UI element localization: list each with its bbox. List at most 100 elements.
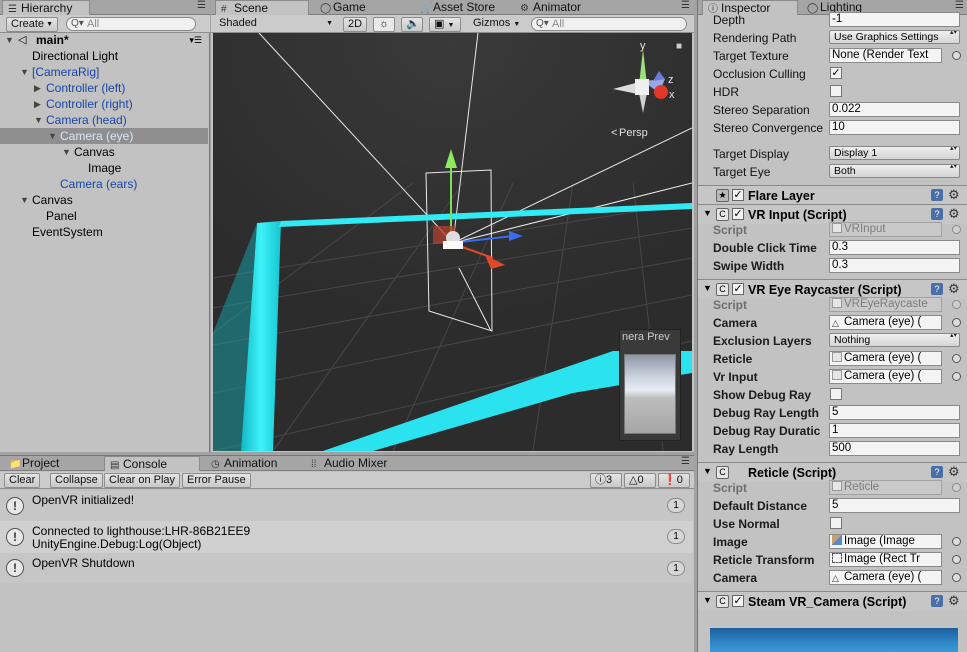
exclusion-layers-dropdown[interactable]: Nothing (829, 333, 960, 347)
use-normal-checkbox[interactable] (830, 517, 842, 529)
target-eye-dropdown[interactable]: Both (829, 164, 960, 178)
persp-label[interactable]: Persp (619, 127, 648, 139)
collapsed-arrow-icon[interactable]: ▶ (34, 96, 41, 112)
reticle-transform-field[interactable]: Image (Rect Tr (829, 552, 942, 567)
tab-animation[interactable]: ◷ Animation (206, 456, 283, 471)
lock-icon[interactable]: ■ (676, 41, 682, 52)
stereo-separation-field[interactable]: 0.022 (829, 102, 960, 117)
expand-arrow-icon[interactable]: ▼ (5, 32, 14, 48)
audio-toggle[interactable]: 🔈 (401, 17, 423, 32)
tab-console[interactable]: ▤ Console (104, 456, 200, 471)
target-display-dropdown[interactable]: Display 1 (829, 146, 960, 160)
object-picker-icon[interactable] (952, 573, 961, 582)
tab-audio-mixer[interactable]: ⁞⁞ Audio Mixer (306, 456, 393, 471)
hierarchy-search-input[interactable]: Q▾ All (66, 17, 196, 31)
swipe-width-field[interactable]: 0.3 (829, 258, 960, 273)
panel-menu-icon[interactable]: ☰ (681, 0, 690, 11)
hierarchy-item[interactable]: ▶ Controller (right) (0, 96, 208, 112)
error-filter-toggle[interactable]: ❗0 (658, 473, 690, 488)
hierarchy-item[interactable]: EventSystem (0, 224, 208, 240)
object-picker-icon[interactable] (952, 372, 961, 381)
vr-input-ref-field[interactable]: Camera (eye) ( (829, 369, 942, 384)
expand-arrow-icon[interactable]: ▼ (20, 64, 29, 80)
object-picker-icon[interactable] (952, 318, 961, 327)
target-texture-field[interactable]: None (Render Text (829, 48, 942, 63)
occlusion-checkbox[interactable]: ✓ (830, 67, 842, 79)
log-entry[interactable]: ! OpenVR Shutdown 1 (0, 553, 693, 583)
error-pause-toggle[interactable]: Error Pause (182, 473, 251, 488)
steam-vr-camera-enabled-checkbox[interactable]: ✓ (732, 595, 744, 607)
log-entry[interactable]: ! OpenVR initialized! 1 (0, 491, 693, 521)
help-icon[interactable]: ? (931, 189, 943, 201)
help-icon[interactable]: ? (931, 208, 943, 220)
hierarchy-item[interactable]: ▼ Canvas (0, 192, 208, 208)
flare-enabled-checkbox[interactable]: ✓ (732, 189, 744, 201)
hierarchy-item[interactable]: Image (0, 160, 208, 176)
default-distance-field[interactable]: 5 (829, 498, 960, 513)
tab-animator[interactable]: ⚙ Animator (515, 0, 587, 15)
hierarchy-item[interactable]: Panel (0, 208, 208, 224)
tab-game[interactable]: ◯ Game (315, 0, 372, 15)
tab-project[interactable]: 📁 Project (4, 456, 65, 471)
double-click-field[interactable]: 0.3 (829, 240, 960, 255)
gear-icon[interactable]: ⚙ (948, 206, 960, 222)
expand-arrow-icon[interactable]: ▼ (703, 208, 712, 218)
gear-icon[interactable]: ⚙ (948, 187, 960, 203)
hierarchy-item[interactable]: ▼ [CameraRig] (0, 64, 208, 80)
hierarchy-item[interactable]: ▼ Canvas (0, 144, 208, 160)
create-button[interactable]: Create ▼ (6, 17, 58, 32)
info-filter-toggle[interactable]: ⓘ3 (590, 473, 622, 488)
help-icon[interactable]: ? (931, 283, 943, 295)
tab-hierarchy[interactable]: ☰ Hierarchy (2, 0, 90, 15)
ray-length-field[interactable]: 500 (829, 441, 960, 456)
debug-ray-length-field[interactable]: 5 (829, 405, 960, 420)
scene-root-row[interactable]: ▼ ◁ main* ▾☰ (0, 32, 208, 48)
reticle-field[interactable]: Camera (eye) ( (829, 351, 942, 366)
expand-arrow-icon[interactable]: ▼ (20, 192, 29, 208)
clear-button[interactable]: Clear (4, 473, 41, 488)
tab-scene[interactable]: # Scene (215, 0, 309, 15)
image-field[interactable]: Image (Image (829, 534, 942, 549)
gear-icon[interactable]: ⚙ (948, 281, 960, 297)
raycaster-camera-field[interactable]: △ Camera (eye) ( (829, 315, 942, 330)
collapse-toggle[interactable]: Collapse (50, 473, 103, 488)
eye-raycaster-enabled-checkbox[interactable]: ✓ (732, 283, 744, 295)
tab-asset-store[interactable]: 🛒 Asset Store (415, 0, 501, 15)
collapsed-arrow-icon[interactable]: ▶ (34, 80, 41, 96)
flare-layer-header[interactable]: ★ ✓ Flare Layer ? ⚙ (698, 185, 967, 205)
object-picker-icon[interactable] (952, 51, 961, 60)
panel-menu-icon[interactable]: ☰ (197, 0, 206, 11)
hierarchy-item[interactable]: ▼ Camera (head) (0, 112, 208, 128)
stereo-convergence-field[interactable]: 10 (829, 120, 960, 135)
expand-arrow-icon[interactable]: ▼ (703, 466, 712, 476)
panel-menu-icon[interactable]: ☰ (955, 0, 964, 11)
steam-vr-camera-header[interactable]: ▼ C ✓ Steam VR_Camera (Script) ? ⚙ (698, 591, 967, 611)
show-debug-ray-checkbox[interactable] (830, 388, 842, 400)
help-icon[interactable]: ? (931, 595, 943, 607)
object-picker-icon[interactable] (952, 537, 961, 546)
toggle-2d-button[interactable]: 2D (343, 17, 367, 32)
reticle-camera-field[interactable]: △ Camera (eye) ( (829, 570, 942, 585)
clear-on-play-toggle[interactable]: Clear on Play (104, 473, 181, 488)
hierarchy-item[interactable]: ▶ Controller (left) (0, 80, 208, 96)
object-picker-icon[interactable] (952, 555, 961, 564)
depth-field[interactable]: -1 (829, 12, 960, 27)
help-icon[interactable]: ? (931, 466, 943, 478)
expand-arrow-icon[interactable]: ▼ (703, 283, 712, 293)
gizmos-dropdown[interactable]: Gizmos ▼ (469, 17, 525, 32)
effects-dropdown[interactable]: ▣ ▼ (429, 17, 461, 32)
expand-arrow-icon[interactable]: ▼ (34, 112, 43, 128)
hierarchy-item[interactable]: Camera (ears) (0, 176, 208, 192)
shading-mode-dropdown[interactable]: Shaded ▼ (215, 17, 337, 32)
hdr-checkbox[interactable] (830, 85, 842, 97)
vr-input-enabled-checkbox[interactable]: ✓ (732, 208, 744, 220)
expand-arrow-icon[interactable]: ▼ (48, 128, 57, 144)
warning-filter-toggle[interactable]: △0 (624, 473, 656, 488)
expand-arrow-icon[interactable]: ▼ (703, 595, 712, 605)
scene-menu-icon[interactable]: ▾☰ (189, 32, 202, 48)
panel-menu-icon[interactable]: ☰ (681, 456, 690, 467)
object-picker-icon[interactable] (952, 354, 961, 363)
log-entry[interactable]: ! Connected to lighthouse:LHR-86B21EE9 U… (0, 521, 693, 553)
hierarchy-item-selected[interactable]: ▼ Camera (eye) (0, 128, 208, 144)
debug-ray-duration-field[interactable]: 1 (829, 423, 960, 438)
